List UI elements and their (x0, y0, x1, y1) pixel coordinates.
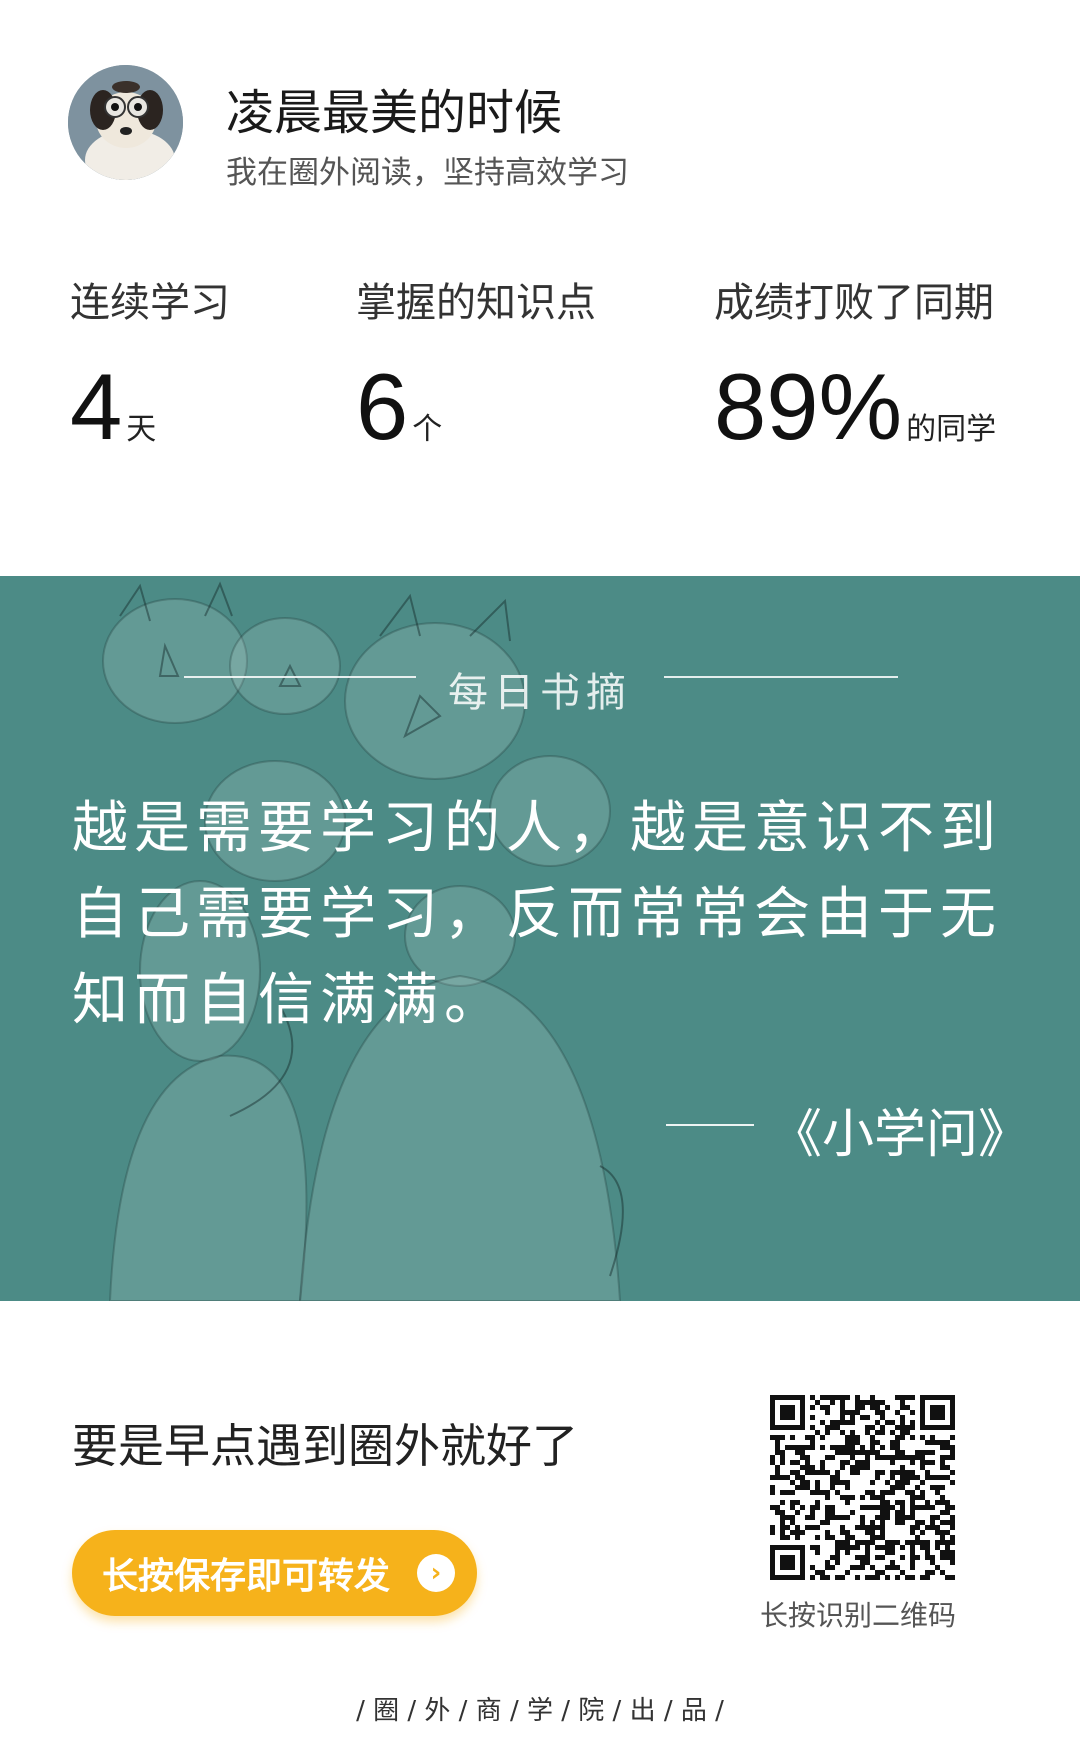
qr-code[interactable] (770, 1395, 955, 1580)
qr-code-image (770, 1395, 955, 1580)
tagline: 我在圈外阅读，坚持高效学习 (226, 155, 629, 191)
stat-unit: 个 (412, 412, 443, 447)
stat-percentile: 成绩打败了同期 89% 的同学 (714, 270, 996, 454)
share-button[interactable]: 长按保存即可转发 › (72, 1530, 477, 1616)
cta-text: 要是早点遇到圈外就好了 (72, 1419, 578, 1473)
source-divider (666, 1124, 754, 1126)
stats-row: 连续学习 4天 掌握的知识点 6个 成绩打败了同期 89% 的同学 (0, 270, 1080, 470)
avatar[interactable] (68, 65, 183, 180)
quote-source: 《小学问》 (769, 1105, 1030, 1165)
stat-value: 89% (714, 354, 903, 459)
stat-value: 4 (70, 354, 123, 459)
footer-credit: / 圈 / 外 / 商 / 学 / 院 / 出 / 品 / (356, 1696, 724, 1726)
stat-label: 连续学习 (70, 280, 230, 326)
section-title: 每日书摘 (448, 670, 632, 716)
stat-streak: 连续学习 4天 (70, 270, 230, 454)
title-divider-right (664, 676, 898, 678)
arrow-right-circle-icon: › (417, 1554, 455, 1592)
stat-label: 成绩打败了同期 (714, 280, 994, 326)
stat-unit: 的同学 (906, 412, 997, 447)
daily-quote-panel: 每日书摘 越是需要学习的人，越是意识不到自己需要学习，反而常常会由于无知而自信满… (0, 576, 1080, 1301)
profile-header: 凌晨最美的时候 我在圈外阅读，坚持高效学习 (68, 65, 1028, 191)
username: 凌晨最美的时候 (226, 85, 563, 141)
share-button-label: 长按保存即可转发 (102, 1555, 391, 1597)
stat-unit: 天 (126, 412, 157, 447)
stat-value: 6 (356, 354, 409, 459)
quote-text: 越是需要学习的人，越是意识不到自己需要学习，反而常常会由于无知而自信满满。 (72, 796, 1002, 1033)
stat-label: 掌握的知识点 (356, 280, 596, 326)
avatar-photo (68, 65, 183, 180)
stat-knowledge-points: 掌握的知识点 6个 (356, 270, 596, 454)
qr-caption: 长按识别二维码 (760, 1599, 957, 1632)
